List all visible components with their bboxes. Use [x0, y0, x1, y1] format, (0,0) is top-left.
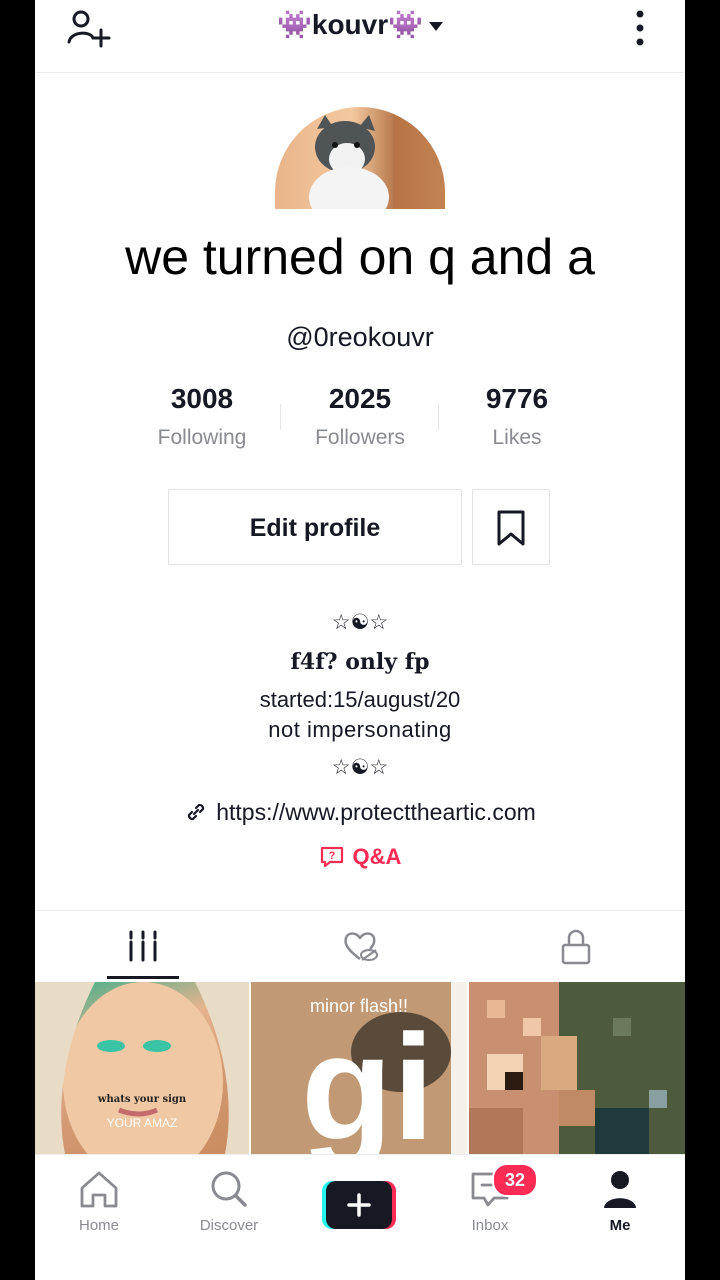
video-subcaption: YOUR AMAZ	[106, 1116, 178, 1130]
bookmark-icon	[497, 510, 525, 546]
bio-line: f4f? only fp	[290, 649, 430, 675]
bio-line: ☆☯☆	[331, 611, 389, 634]
qa-label: Q&A	[352, 844, 402, 869]
favorites-button[interactable]	[472, 489, 550, 565]
svg-text:?: ?	[328, 850, 335, 862]
account-name: kouvr	[311, 9, 389, 40]
liked-hidden-icon	[344, 932, 378, 961]
grid-icon	[129, 930, 157, 962]
bio-link[interactable]: https://www.protecttheartic.com	[35, 799, 685, 826]
video-caption: whats your sign	[97, 1094, 187, 1105]
qa-button[interactable]: ? Q&A	[35, 844, 685, 870]
followers-label[interactable]: Followers	[280, 426, 440, 450]
pixelated-thumbnail-image	[469, 982, 685, 1154]
avatar[interactable]	[275, 107, 445, 209]
inbox-badge: 32	[492, 1163, 538, 1197]
bio-link-text: https://www.protecttheartic.com	[216, 799, 536, 825]
more-vertical-icon[interactable]	[627, 8, 653, 48]
nav-me[interactable]: Me	[565, 1168, 675, 1234]
create-button[interactable]	[322, 1181, 396, 1229]
nav-me-label: Me	[609, 1217, 631, 1234]
nav-inbox-label: Inbox	[471, 1217, 509, 1234]
tab-liked[interactable]	[340, 926, 380, 966]
following-label[interactable]: Following	[122, 426, 282, 450]
video-thumbnail[interactable]: whats your sign YOUR AMAZ	[35, 982, 249, 1154]
nav-discover[interactable]: Discover	[174, 1168, 284, 1234]
plus-icon	[322, 1181, 396, 1229]
alien-emoji-left: 👾	[277, 9, 312, 40]
nav-discover-label: Discover	[199, 1217, 259, 1234]
question-icon: ?	[320, 846, 343, 868]
tab-private[interactable]	[558, 927, 594, 967]
video-thumbnail[interactable]: minor flash!! gi	[251, 982, 467, 1154]
bio-line: started:15/august/20	[259, 687, 461, 712]
bio-line: ☆☯☆	[331, 756, 389, 779]
link-icon	[188, 803, 205, 821]
video-overlay-caption: we turned on q and a	[125, 229, 595, 285]
likes-count[interactable]: 9776	[437, 383, 597, 415]
bio-line: not impersonating	[268, 717, 452, 742]
video-thumbnail[interactable]	[469, 982, 685, 1154]
lock-icon	[561, 929, 591, 965]
account-switcher[interactable]: 👾kouvr👾	[35, 8, 685, 41]
profile-icon	[604, 1171, 636, 1208]
search-icon	[211, 1171, 247, 1207]
likes-label[interactable]: Likes	[437, 426, 597, 450]
tab-videos[interactable]	[123, 928, 163, 964]
nav-home[interactable]: Home	[44, 1168, 154, 1234]
video-big-text: gi	[301, 1003, 435, 1154]
profile-screen: 👾kouvr👾 we turned on q and a @0reokouvr …	[35, 0, 685, 1280]
chevron-down-icon	[429, 22, 443, 32]
followers-count[interactable]: 2025	[280, 383, 440, 415]
nav-home-label: Home	[78, 1217, 119, 1234]
alien-emoji-right: 👾	[388, 9, 423, 40]
username: @0reokouvr	[286, 322, 434, 352]
active-tab-indicator	[107, 976, 179, 979]
edit-profile-button[interactable]: Edit profile	[168, 489, 462, 565]
home-icon	[80, 1171, 118, 1208]
following-count[interactable]: 3008	[122, 383, 282, 415]
